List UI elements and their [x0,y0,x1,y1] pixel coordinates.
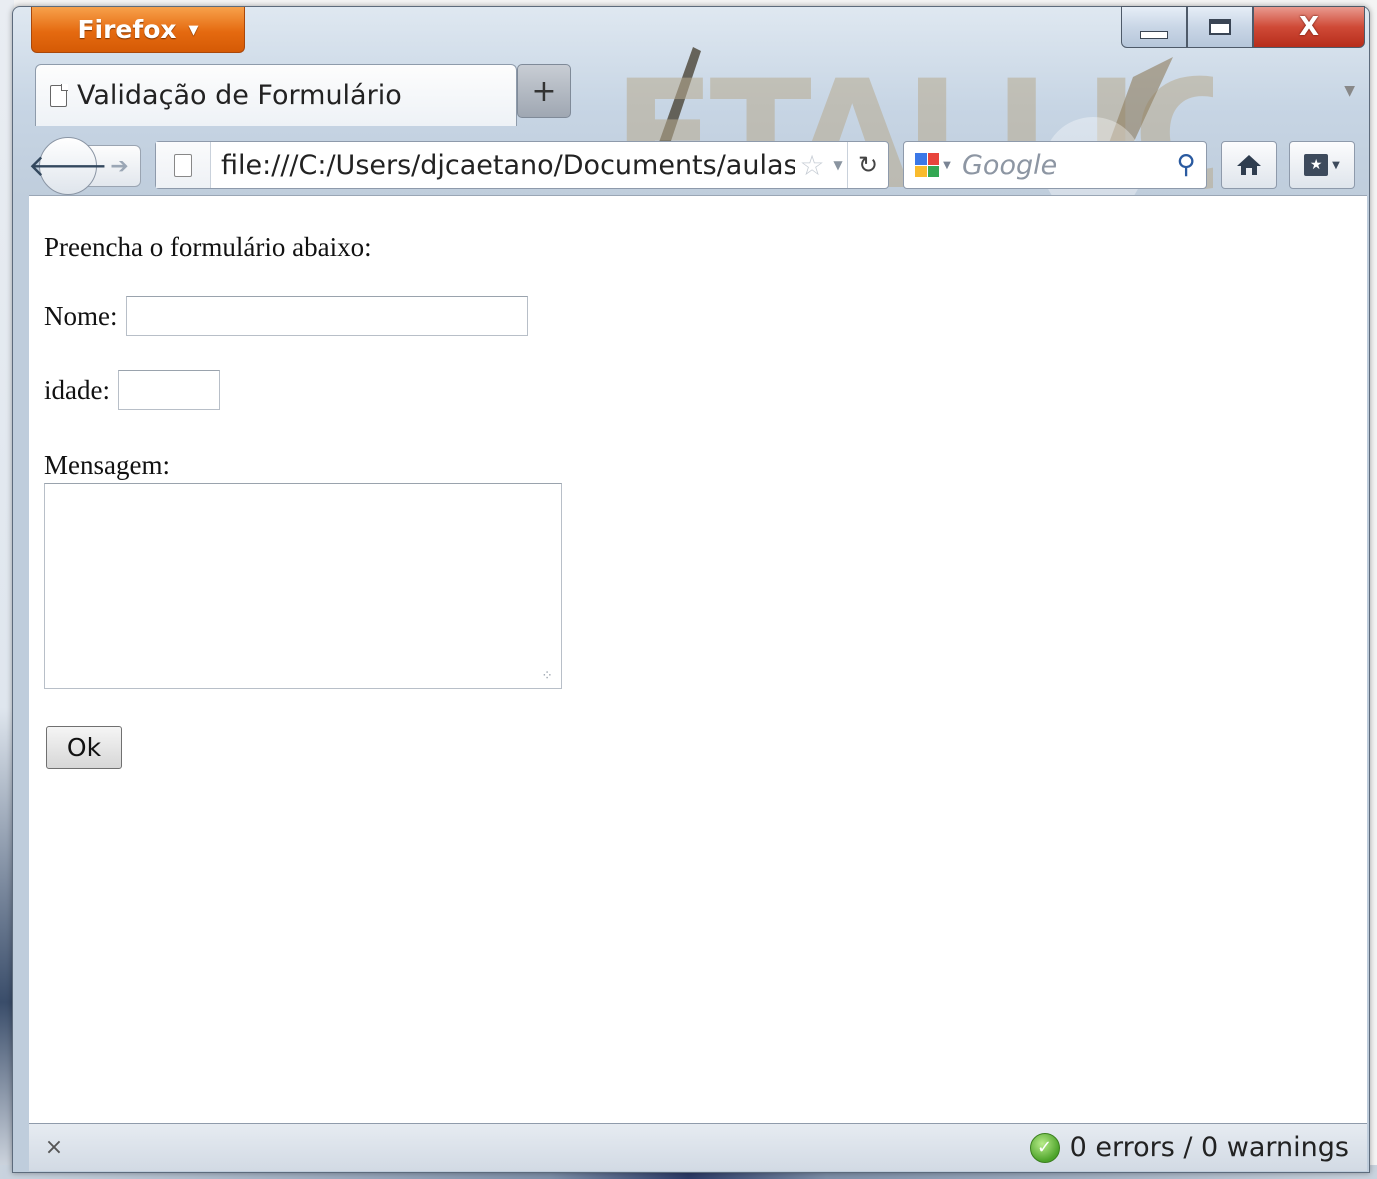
home-button[interactable] [1221,141,1277,189]
reload-icon: ↻ [857,151,879,179]
mensagem-label: Mensagem: [44,450,170,480]
idade-row: idade: [44,370,220,410]
plus-icon: + [531,73,557,109]
idade-input[interactable] [117,370,220,410]
page-icon [50,83,68,107]
browser-window: ETALLIC Firefox ▼ X Validação de Formulá… [12,6,1370,1173]
history-dropdown-icon[interactable]: ▼ [829,158,847,172]
back-icon: 🡐 [27,149,109,184]
navigation-toolbar: 🡐 ➔ file:///C:/Users/djcaetano/Documents… [13,125,1369,195]
new-tab-button[interactable]: + [517,64,571,118]
close-icon: X [1298,12,1320,42]
nome-row: Nome: [44,296,528,336]
chevron-down-icon: ▼ [1332,159,1340,171]
search-input[interactable]: Google [962,150,1166,181]
search-icon[interactable]: ⚲ [1166,150,1206,180]
star-icon[interactable]: ☆ [795,149,829,182]
firefox-menu-label: Firefox [77,15,177,44]
back-button[interactable]: 🡐 [28,137,108,195]
reload-button[interactable]: ↻ [847,142,888,188]
bookmarks-icon: ★ [1304,154,1329,176]
mensagem-textarea[interactable]: ⁘ [44,483,562,689]
page-content: Preencha o formulário abaixo: Nome: idad… [29,195,1367,1124]
home-icon [1237,155,1261,175]
nome-label: Nome: [44,300,118,331]
close-addon-bar-button[interactable]: × [29,1135,79,1160]
check-icon[interactable]: ✓ [1029,1132,1060,1163]
addon-bar: × ✓ 0 errors / 0 warnings [29,1123,1367,1171]
close-button[interactable]: X [1253,6,1365,48]
maximize-button[interactable] [1187,6,1253,48]
tab-active[interactable]: Validação de Formulário [35,64,517,126]
minimize-icon [1140,31,1168,39]
site-identity-button[interactable] [156,142,211,188]
tab-title: Validação de Formulário [77,80,402,111]
forward-icon: ➔ [110,153,129,179]
address-bar[interactable]: file:///C:/Users/djcaetano/Documents/aul… [155,141,889,189]
chevron-down-icon: ▼ [943,159,951,171]
window-caption-buttons: X [1121,6,1365,48]
page-icon [174,153,192,177]
ok-button[interactable]: Ok [46,726,122,769]
google-icon [915,153,940,177]
minimize-button[interactable] [1121,6,1187,48]
search-bar[interactable]: ▼ Google ⚲ [903,141,1207,189]
validator-status[interactable]: 0 errors / 0 warnings [1070,1132,1349,1163]
nome-input[interactable] [125,296,528,336]
idade-label: idade: [44,374,110,405]
tab-list-chevron-icon[interactable]: ▼ [1344,83,1355,99]
search-engine-button[interactable]: ▼ [904,153,962,177]
maximize-icon [1209,19,1231,35]
resize-grip-icon[interactable]: ⁘ [541,670,553,684]
firefox-menu-button[interactable]: Firefox ▼ [31,7,245,53]
url-text[interactable]: file:///C:/Users/djcaetano/Documents/aul… [211,150,795,181]
bookmarks-button[interactable]: ★ ▼ [1289,141,1355,189]
chevron-down-icon: ▼ [188,23,199,38]
page-intro: Preencha o formulário abaixo: [44,232,372,262]
